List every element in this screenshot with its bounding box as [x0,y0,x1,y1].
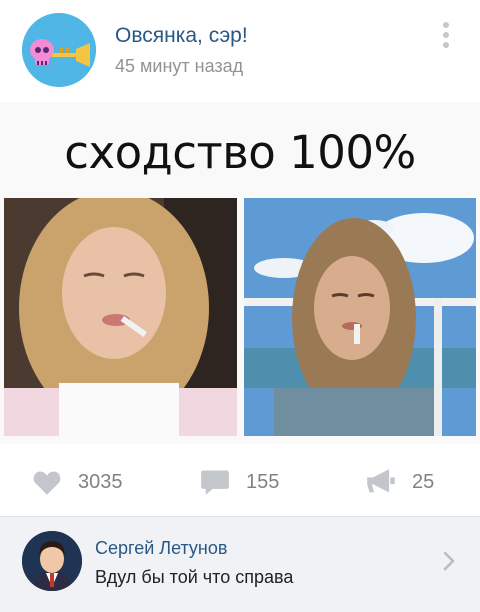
comment-icon [201,470,229,495]
image-caption: сходство 100% [64,126,416,179]
chevron-right-icon [443,551,455,571]
more-vertical-icon[interactable] [434,18,458,52]
skull-trumpet-icon [22,13,96,87]
comment-count: 155 [246,470,280,493]
commenter-name[interactable]: Сергей Летунов [95,538,227,559]
photo-left [4,198,237,436]
community-name[interactable]: Овсянка, сэр! [115,24,248,48]
post-header: Овсянка, сэр! 45 минут назад [0,0,480,100]
photo-right [244,198,476,436]
post-actions: 3035 155 25 [0,454,480,510]
post-image[interactable]: сходство 100% [0,102,480,444]
comment-preview[interactable]: Сергей Летунов Вдул бы той что справа [0,516,480,612]
share-count: 25 [412,470,435,493]
heart-icon [33,470,61,495]
commenter-avatar[interactable] [22,531,82,591]
like-count: 3035 [78,470,123,493]
comment-button[interactable]: 155 [200,464,279,500]
like-button[interactable]: 3035 [32,464,123,500]
comment-text: Вдул бы той что справа [95,567,294,587]
post-timestamp: 45 минут назад [115,56,244,76]
megaphone-icon [367,469,395,493]
community-avatar[interactable] [22,13,96,87]
share-button[interactable]: 25 [366,464,434,500]
